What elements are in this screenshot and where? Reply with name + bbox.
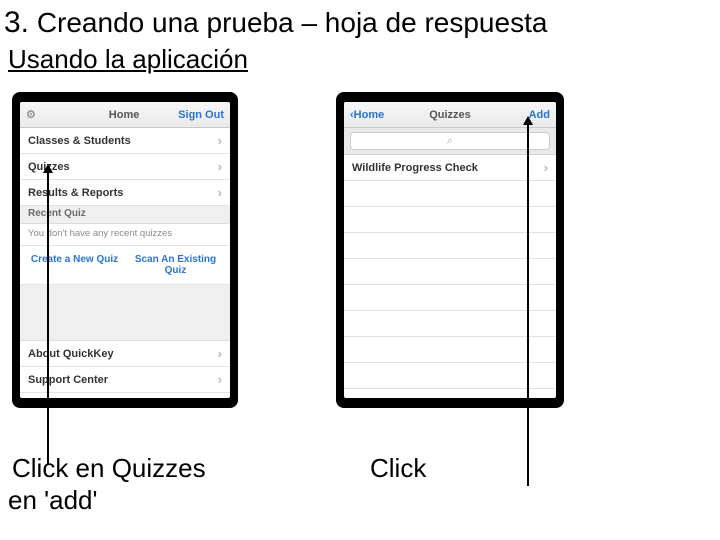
list-item [344,285,556,311]
search-input[interactable]: ⌕ [350,132,550,150]
row-label: Classes & Students [28,135,131,147]
list-item [344,233,556,259]
title-number: 3. [4,6,29,39]
search-bar: ⌕ [344,128,556,155]
row-quiz-item[interactable]: Wildlife Progress Check › [344,155,556,181]
chevron-right-icon: › [218,346,222,361]
chevron-right-icon: › [544,160,548,175]
slide-title: 3. Creando una prueba – hoja de respuest… [4,6,547,40]
caption-left: Click en Quizzes [12,454,252,484]
nav-title-home: Home [70,109,178,121]
list-item [344,363,556,389]
signout-button[interactable]: Sign Out [178,109,224,121]
list-item [344,337,556,363]
screen-quizzes: ‹Home Quizzes Add ⌕ Wildlife Progress Ch… [344,102,556,398]
nav-title-quizzes: Quizzes [394,109,506,121]
row-results-reports[interactable]: Results & Reports › [20,180,230,206]
quick-actions: Create a New Quiz Scan An Existing Quiz [20,246,230,285]
screen-home: ⚙ Home Sign Out Classes & Students › Qui… [20,102,230,398]
back-home-button[interactable]: ‹Home [350,109,394,121]
list-item [344,207,556,233]
chevron-right-icon: › [218,185,222,200]
caption-right-click: Click [370,454,426,484]
scan-quiz-button[interactable]: Scan An Existing Quiz [127,254,224,276]
row-about[interactable]: About QuickKey › [20,341,230,367]
recent-quiz-header: Recent Quiz [20,206,230,224]
spacer [20,285,230,341]
row-label: Results & Reports [28,187,123,199]
phone-mockup-quizzes: ‹Home Quizzes Add ⌕ Wildlife Progress Ch… [336,92,564,408]
list-item [344,181,556,207]
row-label: Support Center [28,374,108,386]
quiz-name: Wildlife Progress Check [352,162,478,174]
caption-right-add: en 'add' [8,486,97,516]
slide-subtitle: Usando la aplicación [8,44,248,75]
row-label: About QuickKey [28,348,114,360]
row-classes-students[interactable]: Classes & Students › [20,128,230,154]
gear-icon[interactable]: ⚙ [26,108,70,121]
arrow-annotation-right [527,124,529,486]
recent-quiz-empty: You don't have any recent quizzes [20,224,230,246]
chevron-right-icon: › [218,133,222,148]
arrow-annotation-left [47,172,49,464]
search-icon: ⌕ [447,135,453,148]
create-quiz-button[interactable]: Create a New Quiz [26,254,123,276]
chevron-right-icon: › [218,159,222,174]
list-item [344,311,556,337]
navbar-home: ⚙ Home Sign Out [20,102,230,128]
row-support[interactable]: Support Center › [20,367,230,393]
title-text: Creando una prueba – hoja de respuesta [37,7,548,38]
back-label: Home [354,109,385,121]
phone-mockup-home: ⚙ Home Sign Out Classes & Students › Qui… [12,92,238,408]
chevron-right-icon: › [218,372,222,387]
list-item [344,259,556,285]
